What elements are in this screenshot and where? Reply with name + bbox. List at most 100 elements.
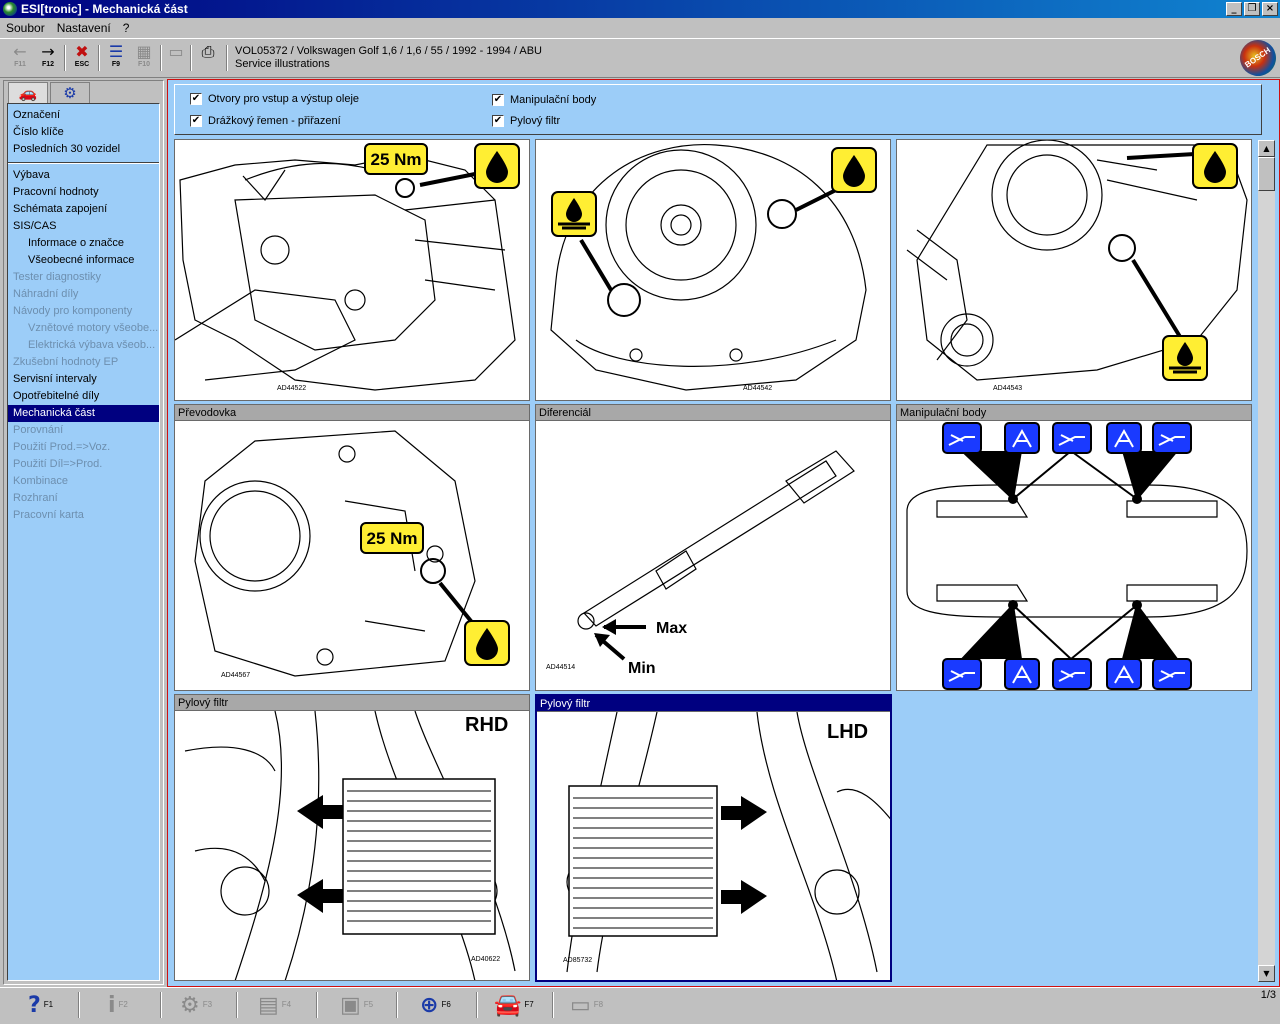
tab-vehicle[interactable]: 🚗: [8, 82, 48, 103]
nav-group-vehicle: Označení Číslo klíče Posledních 30 vozid…: [8, 107, 159, 158]
close-button[interactable]: ×: [1262, 2, 1278, 16]
exit-button[interactable]: ✖ ESC: [70, 43, 94, 73]
nav-item-rozhran[interactable]: Rozhraní: [8, 490, 159, 507]
menu-help[interactable]: ?: [117, 21, 136, 35]
back-button[interactable]: ← F11: [8, 43, 32, 73]
nav-item-pou-it-prod-voz[interactable]: Použití Prod.=>Voz.: [8, 439, 159, 456]
vertical-scrollbar[interactable]: ▲ ▼: [1258, 140, 1275, 982]
filter-belt[interactable]: ✔ Drážkový řemen - přiřazení: [190, 115, 341, 127]
document-icon: ☰: [108, 42, 124, 61]
nav-separator: [8, 162, 159, 164]
help-icon: ?: [28, 992, 41, 1018]
checkbox[interactable]: ✔: [492, 94, 504, 106]
nav-item-poslednich-30[interactable]: Posledních 30 vozidel: [8, 141, 159, 158]
nav-list: Označení Číslo klíče Posledních 30 vozid…: [7, 103, 160, 981]
nav-item-tester-diagnostiky[interactable]: Tester diagnostiky: [8, 269, 159, 286]
maximize-button[interactable]: ❐: [1244, 2, 1260, 16]
illustration-pylovy-filtr-lhd[interactable]: Pylový filtr LHD AD85732: [535, 694, 892, 982]
document-button[interactable]: ☰ F9: [104, 43, 128, 73]
menu-nastaveni[interactable]: Nastavení: [51, 21, 117, 35]
nav-item-vzn-tov-motory-v-eobe[interactable]: Vznětové motory všeobe...: [8, 320, 159, 337]
scroll-down-button[interactable]: ▼: [1258, 965, 1275, 982]
checkbox[interactable]: ✔: [492, 115, 504, 127]
illustration-code: AD44543: [993, 385, 1022, 392]
info-button[interactable]: i F2: [108, 990, 128, 1020]
parts-button[interactable]: ▣ F5: [340, 990, 373, 1020]
nav-item-zku-ebn-hodnoty-ep[interactable]: Zkušební hodnoty EP: [8, 354, 159, 371]
grid-button[interactable]: ▦ F10: [132, 43, 156, 73]
nav-item-sch-mata-zapojen[interactable]: Schémata zapojení: [8, 201, 159, 218]
nav-group-info: Výbava Pracovní hodnoty Schémata zapojení S…: [8, 167, 159, 524]
illustration-oil-drain-3[interactable]: AD44543: [896, 139, 1252, 401]
lhd-label: LHD: [827, 721, 868, 743]
lift-points-drawing: [906, 422, 1248, 690]
nav-item-cislo-klice[interactable]: Číslo klíče: [8, 124, 159, 141]
panel-title: Diferenciál: [536, 405, 890, 421]
nav-item-n-hradn-d-ly[interactable]: Náhradní díly: [8, 286, 159, 303]
nav-item-v-eobecn-informace[interactable]: Všeobecné informace: [8, 252, 159, 269]
checkbox[interactable]: ✔: [190, 115, 202, 127]
zoom-button[interactable]: ⊕ F6: [420, 990, 451, 1020]
parts-icon: ▣: [340, 992, 361, 1018]
function-separator: [316, 992, 318, 1018]
nav-item-sis-cas[interactable]: SIS/CAS: [8, 218, 159, 235]
function-bar: ? F1 i F2 ⚙ F3 ▤ F4 ▣ F5 ⊕ F6 🚘 F7 ▭ F8 …: [0, 987, 1280, 1024]
nav-item-informace-o-zna-ce[interactable]: Informace o značce: [8, 235, 159, 252]
illustration-pylovy-filtr-rhd[interactable]: Pylový filtr RHD AD40622: [174, 694, 530, 981]
page-button[interactable]: ▭: [164, 43, 188, 73]
vehicle-button[interactable]: 🚘 F7: [494, 990, 534, 1020]
nav-item-pracovn-hodnoty[interactable]: Pracovní hodnoty: [8, 184, 159, 201]
toolbar-separator: [226, 45, 228, 71]
engine-icon: ⚙: [63, 84, 77, 102]
checkbox[interactable]: ✔: [190, 93, 202, 105]
list-icon: ▤: [258, 992, 279, 1018]
nav-item-servisn-intervaly[interactable]: Servisní intervaly: [8, 371, 159, 388]
menu-soubor[interactable]: Soubor: [0, 21, 51, 35]
scroll-thumb[interactable]: [1258, 157, 1275, 191]
illustration-manipulacni-body[interactable]: Manipulační body: [896, 404, 1252, 691]
nav-item-pou-it-d-l-prod[interactable]: Použití Díl=>Prod.: [8, 456, 159, 473]
illustration-oil-drain-2[interactable]: AD44542: [535, 139, 891, 401]
list-button[interactable]: ▤ F4: [258, 990, 291, 1020]
function-separator: [160, 992, 162, 1018]
tools-button[interactable]: ⚙ F3: [180, 990, 212, 1020]
illustration-prevodovka[interactable]: Převodovka 25 Nm AD44567: [174, 404, 530, 691]
help-button[interactable]: ? F1: [28, 990, 53, 1020]
nav-item-porovn-n[interactable]: Porovnání: [8, 422, 159, 439]
forward-button[interactable]: → F12: [36, 43, 60, 73]
panel-title: Převodovka: [175, 405, 529, 421]
filter-pollen[interactable]: ✔ Pylový filtr: [492, 115, 560, 127]
grid-icon: ▦: [136, 42, 152, 61]
function-separator: [552, 992, 554, 1018]
nav-item-opot-ebiteln-d-ly[interactable]: Opotřebitelné díly: [8, 388, 159, 405]
nav-item-mechanick-st[interactable]: Mechanická část: [8, 405, 159, 422]
page-icon: ▭: [168, 42, 184, 61]
nav-item-oznaceni[interactable]: Označení: [8, 107, 159, 124]
nav-item-kombinace[interactable]: Kombinace: [8, 473, 159, 490]
minimize-button[interactable]: _: [1226, 2, 1242, 16]
filter-lift-points[interactable]: ✔ Manipulační body: [492, 94, 596, 106]
vehicle-info: VOL05372 / Volkswagen Golf 1,6 / 1,6 / 5…: [235, 45, 542, 71]
nav-item-n-vody-pro-komponenty[interactable]: Návody pro komponenty: [8, 303, 159, 320]
nav-item-v-bava[interactable]: Výbava: [8, 167, 159, 184]
nav-item-pracovn-karta[interactable]: Pracovní karta: [8, 507, 159, 524]
filter-oil-ports[interactable]: ✔ Otvory pro vstup a výstup oleje: [190, 93, 359, 105]
print-button[interactable]: ⎙: [196, 43, 220, 73]
scroll-up-button[interactable]: ▲: [1258, 140, 1275, 157]
nav-item-elektrick-v-bava-v-eob[interactable]: Elektrická výbava všeob...: [8, 337, 159, 354]
illustration-oil-drain-1[interactable]: 25 Nm AD44522: [174, 139, 530, 401]
torque-label: 25 Nm: [370, 150, 421, 169]
panel-title: Pylový filtr: [537, 696, 890, 712]
pollen-filter-lhd-drawing: LHD AD85732: [563, 712, 890, 980]
car-icon: 🚘: [494, 992, 522, 1018]
toolbar: ← F11 → F12 ✖ ESC ☰ F9 ▦ F10 ▭ ⎙ VOL0537…: [0, 38, 1280, 78]
menu-bar: Soubor Nastavení ?: [0, 18, 1280, 38]
function-separator: [476, 992, 478, 1018]
rhd-label: RHD: [465, 714, 508, 736]
min-label: Min: [628, 660, 656, 677]
oil-drain-drawing: AD44543: [906, 140, 1248, 392]
illustration-code: AD85732: [563, 957, 592, 964]
card-button[interactable]: ▭ F8: [570, 990, 603, 1020]
illustration-diferencial[interactable]: Diferenciál Max Min AD44514: [535, 404, 891, 691]
tab-engine[interactable]: ⚙: [50, 82, 90, 103]
